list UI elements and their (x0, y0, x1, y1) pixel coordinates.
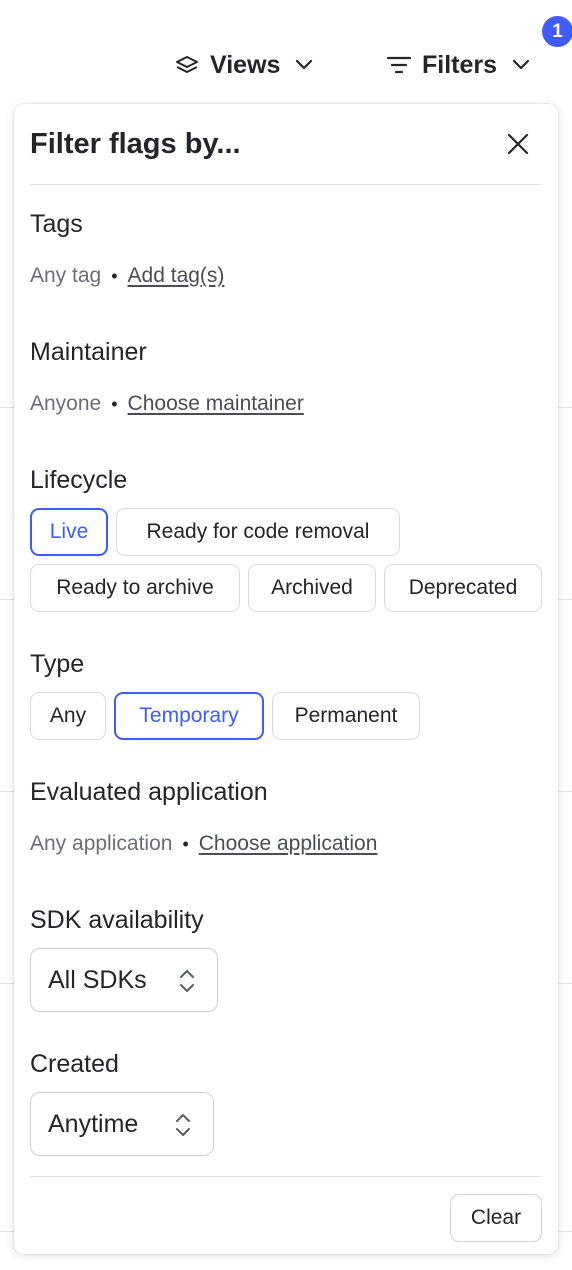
sdk-availability-value: All SDKs (48, 965, 147, 994)
created-value: Anytime (48, 1109, 139, 1138)
views-button[interactable]: Views (174, 44, 314, 86)
created-select[interactable]: Anytime (30, 1092, 214, 1156)
sdk-availability-section-title: SDK availability (30, 906, 204, 934)
lifecycle-option-deprecated[interactable]: Deprecated (384, 564, 542, 612)
evaluated-application-filter-line: Any application • Choose application (30, 832, 377, 856)
created-section-title: Created (30, 1050, 119, 1078)
tags-section-title: Tags (30, 210, 83, 238)
maintainer-section-title: Maintainer (30, 338, 147, 366)
add-tags-link[interactable]: Add tag(s) (128, 264, 225, 288)
maintainer-filter-line: Anyone • Choose maintainer (30, 392, 304, 416)
choose-maintainer-link[interactable]: Choose maintainer (128, 392, 304, 416)
popover-title: Filter flags by... (30, 128, 241, 160)
filters-count-badge: 1 (542, 16, 572, 47)
type-section-title: Type (30, 650, 85, 678)
header-divider (30, 184, 542, 185)
maintainer-current-value: Anyone (30, 392, 102, 415)
background-row-divider (558, 983, 572, 984)
filters-label: Filters (422, 50, 498, 79)
background-row-divider (0, 407, 14, 408)
filters-button[interactable]: Filters (386, 44, 531, 86)
lifecycle-option-ready-to-archive[interactable]: Ready to archive (30, 564, 240, 612)
chevron-up-down-icon (179, 968, 195, 1001)
close-button[interactable] (506, 132, 530, 156)
close-icon (506, 133, 530, 160)
sdk-availability-select[interactable]: All SDKs (30, 948, 218, 1012)
layers-icon (174, 54, 200, 76)
lifecycle-option-ready-for-code-removal[interactable]: Ready for code removal (116, 508, 400, 556)
separator-dot: • (111, 393, 118, 414)
background-row-divider (558, 791, 572, 792)
separator-dot: • (182, 833, 189, 854)
chevron-down-icon (294, 59, 314, 71)
tags-filter-line: Any tag • Add tag(s) (30, 264, 224, 288)
lifecycle-option-live[interactable]: Live (30, 508, 108, 556)
views-label: Views (210, 50, 281, 79)
background-row-divider (558, 599, 572, 600)
background-row-divider (558, 407, 572, 408)
chevron-up-down-icon (175, 1112, 191, 1145)
clear-button[interactable]: Clear (450, 1194, 542, 1242)
lifecycle-section-title: Lifecycle (30, 466, 128, 494)
tags-current-value: Any tag (30, 264, 102, 287)
type-option-permanent[interactable]: Permanent (272, 692, 420, 740)
background-row-divider (0, 599, 14, 600)
evaluated-application-section-title: Evaluated application (30, 778, 268, 806)
choose-application-link[interactable]: Choose application (199, 832, 378, 856)
background-row-divider (0, 983, 14, 984)
background-row-divider (558, 1231, 572, 1232)
footer-divider (30, 1176, 542, 1177)
application-current-value: Any application (30, 832, 173, 855)
separator-dot: • (111, 265, 118, 286)
chevron-down-icon (511, 59, 531, 71)
type-option-temporary[interactable]: Temporary (114, 692, 264, 740)
type-option-any[interactable]: Any (30, 692, 106, 740)
lifecycle-option-archived[interactable]: Archived (248, 564, 376, 612)
filter-icon (386, 55, 412, 75)
background-row-divider (0, 1231, 14, 1232)
filter-popover: Filter flags by... Tags Any tag • Add ta… (14, 104, 558, 1254)
background-row-divider (0, 791, 14, 792)
